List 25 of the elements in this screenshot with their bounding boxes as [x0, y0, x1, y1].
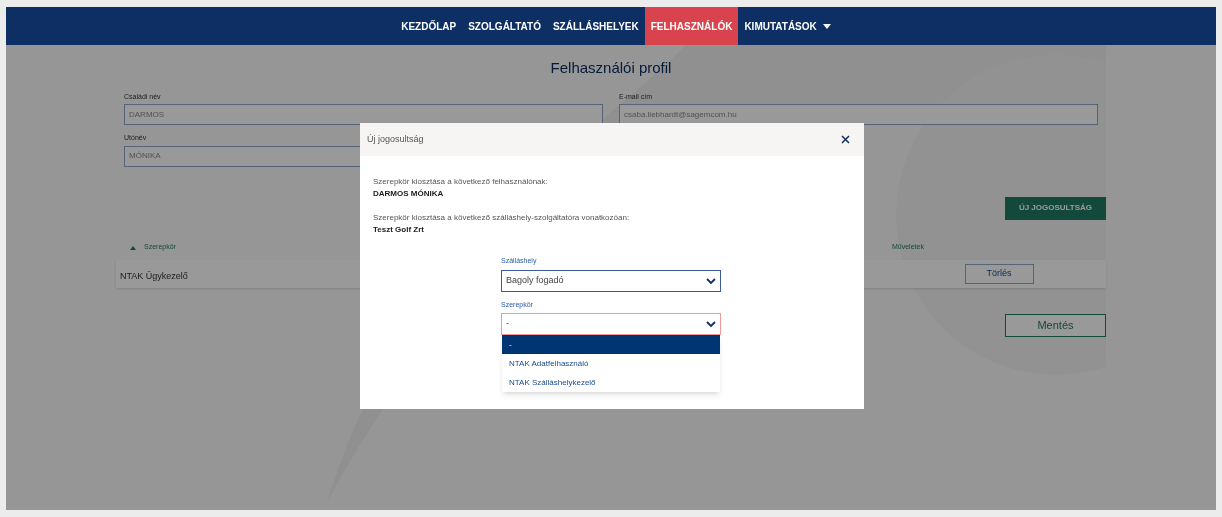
- new-permission-button[interactable]: ÚJ JOGOSULTSÁG: [1005, 196, 1106, 220]
- chevron-down-icon: [706, 277, 716, 284]
- save-button[interactable]: Mentés: [1005, 313, 1106, 337]
- dropdown-option[interactable]: NTAK Adatfelhasználó: [502, 354, 720, 373]
- nav-link[interactable]: SZÁLLÁSHELYEK: [546, 7, 645, 45]
- dropdown-option[interactable]: -: [502, 335, 720, 354]
- table-cell: NTAK Ügykezelő: [120, 270, 188, 281]
- close-icon[interactable]: [841, 135, 850, 144]
- page-title: Felhasználói profil: [549, 58, 673, 78]
- nav-link[interactable]: SZOLGÁLTATÓ: [462, 7, 547, 45]
- caret-icon: [822, 23, 831, 29]
- nav-link[interactable]: KEZDŐLAP: [395, 7, 463, 45]
- nav-link[interactable]: KIMUTATÁSOK: [738, 7, 837, 45]
- info-value: DARMOS MÓNIKA: [373, 188, 445, 200]
- dropdown-option[interactable]: NTAK Szálláshelykezelő: [502, 373, 720, 392]
- info-text: Szerepkör kiosztása a következő felhasználónak:: [373, 176, 549, 188]
- sort-up-icon[interactable]: [130, 245, 136, 250]
- nav-link[interactable]: FELHASZNÁLÓK: [644, 7, 739, 45]
- info-text: Szerepkör kiosztása a következő szálláshely-szolgáltatóra vonatkozóan:: [373, 212, 631, 224]
- select-field[interactable]: -: [501, 313, 721, 335]
- select-field[interactable]: Bagoly fogadó: [501, 269, 721, 292]
- chevron-down-icon: [706, 321, 716, 327]
- delete-button[interactable]: Törlés: [964, 263, 1034, 284]
- dialog-title: Új jogosultság: [367, 132, 424, 146]
- info-value: Teszt Golf Zrt: [373, 224, 425, 236]
